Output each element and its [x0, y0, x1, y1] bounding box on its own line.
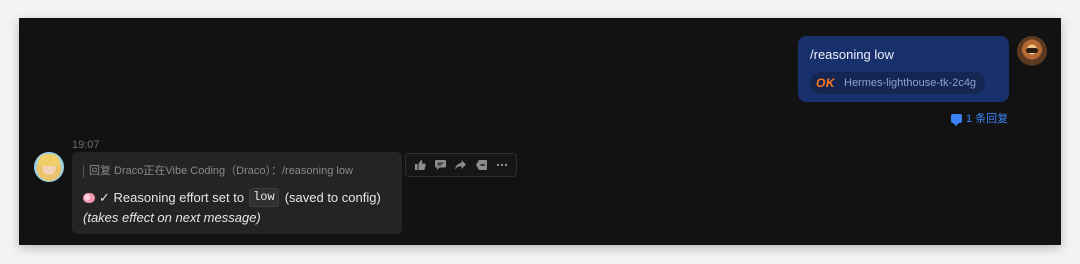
user-avatar[interactable] [1017, 36, 1047, 66]
effect-note: (takes effect on next message) [83, 210, 261, 225]
ok-badge: OK [816, 76, 835, 90]
bookmark-icon[interactable] [472, 156, 490, 174]
reasoning-level-code: low [249, 188, 279, 207]
incoming-message-bubble[interactable]: 回复 Draco正在Vibe Coding（Draco）：/reasoning … [72, 152, 402, 234]
reply-count-label: 1 条回复 [966, 113, 1009, 125]
outgoing-message-bubble[interactable]: /reasoning low OK Hermes-lighthouse-tk-2… [798, 36, 1009, 102]
brain-icon [83, 192, 95, 203]
comment-icon[interactable] [432, 156, 450, 174]
outgoing-message-text: /reasoning low [810, 47, 894, 62]
more-icon[interactable] [493, 156, 511, 174]
reply-quote[interactable]: 回复 Draco正在Vibe Coding（Draco）：/reasoning … [83, 165, 402, 178]
reply-icon [951, 113, 962, 126]
reply-count-link[interactable]: 1 条回复 [951, 110, 1008, 126]
thumbs-up-icon[interactable] [411, 156, 429, 174]
reasoning-status-line: ✓ Reasoning effort set to low (saved to … [83, 188, 402, 207]
bot-avatar[interactable] [34, 152, 64, 182]
session-pill[interactable]: OK Hermes-lighthouse-tk-2c4g [810, 72, 986, 94]
forward-icon[interactable] [452, 156, 470, 174]
reasoning-status-suffix: (saved to config) [284, 190, 381, 205]
message-actions-toolbar [405, 153, 517, 177]
reasoning-status-prefix: ✓ Reasoning effort set to [99, 190, 245, 205]
chat-window: /reasoning low OK Hermes-lighthouse-tk-2… [19, 18, 1061, 245]
message-timestamp: 19:07 [72, 139, 100, 151]
session-label: Hermes-lighthouse-tk-2c4g [844, 77, 977, 89]
